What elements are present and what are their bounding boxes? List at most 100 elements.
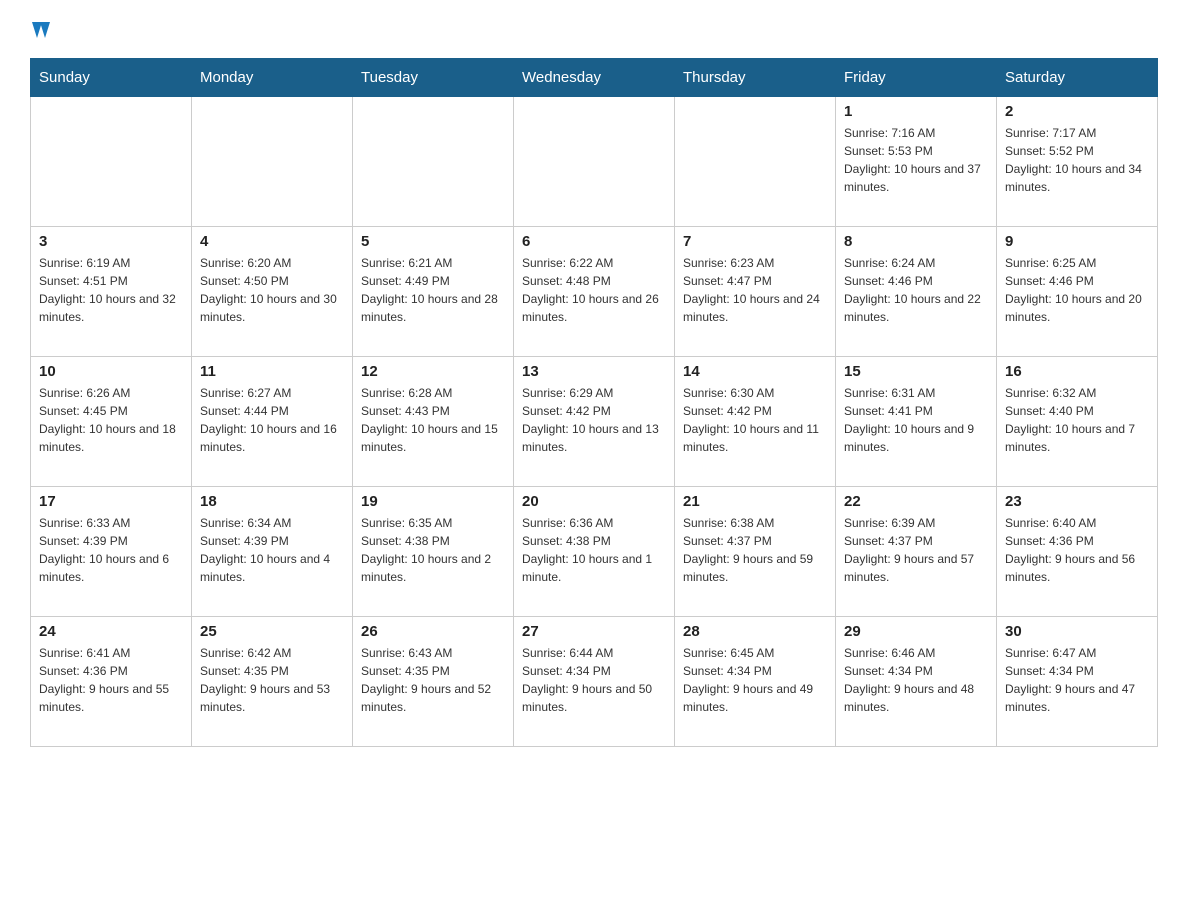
calendar-cell: 24 Sunrise: 6:41 AMSunset: 4:36 PMDayligh… [31, 617, 192, 747]
day-number: 14 [683, 363, 827, 380]
weekday-header-friday: Friday [836, 59, 997, 97]
day-number: 6 [522, 233, 666, 250]
calendar-cell: 7Sunrise: 6:23 AMSunset: 4:47 PMDaylight… [675, 227, 836, 357]
calendar-cell [192, 97, 353, 227]
day-number: 28 [683, 623, 827, 640]
calendar-cell: 1 Sunrise: 7:16 AMSunset: 5:53 PMDaylight… [836, 97, 997, 227]
day-number: 19 [361, 493, 505, 510]
day-info: Sunrise: 6:33 AMSunset: 4:39 PMDaylight:… [39, 514, 183, 586]
calendar-cell [353, 97, 514, 227]
day-info: Sunrise: 6:23 AMSunset: 4:47 PMDaylight:… [683, 254, 827, 326]
logo-arrows-icon [32, 22, 56, 42]
calendar-cell: 17 Sunrise: 6:33 AMSunset: 4:39 PMDayligh… [31, 487, 192, 617]
calendar-cell: 13 Sunrise: 6:29 AMSunset: 4:42 PMDayligh… [514, 357, 675, 487]
day-info: Sunrise: 6:43 AMSunset: 4:35 PMDaylight:… [361, 644, 505, 716]
day-number: 24 [39, 623, 183, 640]
day-info: Sunrise: 6:39 AMSunset: 4:37 PMDaylight:… [844, 514, 988, 586]
day-number: 17 [39, 493, 183, 510]
day-info: Sunrise: 6:27 AMSunset: 4:44 PMDaylight:… [200, 384, 344, 456]
calendar-table: SundayMondayTuesdayWednesdayThursdayFrid… [30, 58, 1158, 747]
day-number: 9 [1005, 233, 1149, 250]
day-info: Sunrise: 6:40 AMSunset: 4:36 PMDaylight:… [1005, 514, 1149, 586]
day-info: Sunrise: 6:24 AMSunset: 4:46 PMDaylight:… [844, 254, 988, 326]
day-info: Sunrise: 6:42 AMSunset: 4:35 PMDaylight:… [200, 644, 344, 716]
day-number: 16 [1005, 363, 1149, 380]
calendar-cell: 23 Sunrise: 6:40 AMSunset: 4:36 PMDayligh… [997, 487, 1158, 617]
weekday-header-saturday: Saturday [997, 59, 1158, 97]
calendar-week-row: 3 Sunrise: 6:19 AMSunset: 4:51 PMDaylight… [31, 227, 1158, 357]
calendar-cell: 14 Sunrise: 6:30 AMSunset: 4:42 PMDayligh… [675, 357, 836, 487]
day-info: Sunrise: 7:17 AMSunset: 5:52 PMDaylight:… [1005, 124, 1149, 196]
calendar-cell: 11 Sunrise: 6:27 AMSunset: 4:44 PMDayligh… [192, 357, 353, 487]
day-info: Sunrise: 6:46 AMSunset: 4:34 PMDaylight:… [844, 644, 988, 716]
calendar-cell: 12Sunrise: 6:28 AMSunset: 4:43 PMDayligh… [353, 357, 514, 487]
calendar-cell: 2 Sunrise: 7:17 AMSunset: 5:52 PMDaylight… [997, 97, 1158, 227]
calendar-cell: 9 Sunrise: 6:25 AMSunset: 4:46 PMDaylight… [997, 227, 1158, 357]
day-number: 13 [522, 363, 666, 380]
calendar-cell: 6 Sunrise: 6:22 AMSunset: 4:48 PMDaylight… [514, 227, 675, 357]
day-info: Sunrise: 6:32 AMSunset: 4:40 PMDaylight:… [1005, 384, 1149, 456]
day-number: 21 [683, 493, 827, 510]
calendar-week-row: 24 Sunrise: 6:41 AMSunset: 4:36 PMDayligh… [31, 617, 1158, 747]
day-number: 25 [200, 623, 344, 640]
day-number: 22 [844, 493, 988, 510]
calendar-cell: 26 Sunrise: 6:43 AMSunset: 4:35 PMDayligh… [353, 617, 514, 747]
calendar-cell: 4 Sunrise: 6:20 AMSunset: 4:50 PMDaylight… [192, 227, 353, 357]
day-info: Sunrise: 6:29 AMSunset: 4:42 PMDaylight:… [522, 384, 666, 456]
day-number: 26 [361, 623, 505, 640]
day-number: 4 [200, 233, 344, 250]
calendar-cell: 22 Sunrise: 6:39 AMSunset: 4:37 PMDayligh… [836, 487, 997, 617]
weekday-header-monday: Monday [192, 59, 353, 97]
calendar-cell: 30 Sunrise: 6:47 AMSunset: 4:34 PMDayligh… [997, 617, 1158, 747]
day-info: Sunrise: 6:38 AMSunset: 4:37 PMDaylight:… [683, 514, 827, 586]
calendar-cell: 8Sunrise: 6:24 AMSunset: 4:46 PMDaylight… [836, 227, 997, 357]
calendar-cell [675, 97, 836, 227]
day-info: Sunrise: 6:41 AMSunset: 4:36 PMDaylight:… [39, 644, 183, 716]
day-info: Sunrise: 6:22 AMSunset: 4:48 PMDaylight:… [522, 254, 666, 326]
calendar-week-row: 1 Sunrise: 7:16 AMSunset: 5:53 PMDaylight… [31, 97, 1158, 227]
day-info: Sunrise: 6:34 AMSunset: 4:39 PMDaylight:… [200, 514, 344, 586]
day-number: 23 [1005, 493, 1149, 510]
day-info: Sunrise: 6:47 AMSunset: 4:34 PMDaylight:… [1005, 644, 1149, 716]
day-number: 3 [39, 233, 183, 250]
day-info: Sunrise: 6:19 AMSunset: 4:51 PMDaylight:… [39, 254, 183, 326]
day-info: Sunrise: 6:44 AMSunset: 4:34 PMDaylight:… [522, 644, 666, 716]
calendar-cell: 29 Sunrise: 6:46 AMSunset: 4:34 PMDayligh… [836, 617, 997, 747]
day-info: Sunrise: 6:31 AMSunset: 4:41 PMDaylight:… [844, 384, 988, 456]
weekday-header-sunday: Sunday [31, 59, 192, 97]
day-number: 2 [1005, 103, 1149, 120]
calendar-cell: 21 Sunrise: 6:38 AMSunset: 4:37 PMDayligh… [675, 487, 836, 617]
weekday-header-wednesday: Wednesday [514, 59, 675, 97]
day-number: 20 [522, 493, 666, 510]
calendar-cell [31, 97, 192, 227]
day-info: Sunrise: 6:35 AMSunset: 4:38 PMDaylight:… [361, 514, 505, 586]
weekday-header-tuesday: Tuesday [353, 59, 514, 97]
day-number: 11 [200, 363, 344, 380]
day-number: 27 [522, 623, 666, 640]
day-info: Sunrise: 6:45 AMSunset: 4:34 PMDaylight:… [683, 644, 827, 716]
day-number: 1 [844, 103, 988, 120]
day-number: 30 [1005, 623, 1149, 640]
day-info: Sunrise: 6:26 AMSunset: 4:45 PMDaylight:… [39, 384, 183, 456]
calendar-week-row: 10 Sunrise: 6:26 AMSunset: 4:45 PMDayligh… [31, 357, 1158, 487]
calendar-cell: 27 Sunrise: 6:44 AMSunset: 4:34 PMDayligh… [514, 617, 675, 747]
day-info: Sunrise: 6:36 AMSunset: 4:38 PMDaylight:… [522, 514, 666, 586]
day-info: Sunrise: 7:16 AMSunset: 5:53 PMDaylight:… [844, 124, 988, 196]
logo [30, 20, 56, 42]
day-number: 15 [844, 363, 988, 380]
calendar-cell: 19 Sunrise: 6:35 AMSunset: 4:38 PMDayligh… [353, 487, 514, 617]
day-number: 29 [844, 623, 988, 640]
day-number: 10 [39, 363, 183, 380]
day-info: Sunrise: 6:25 AMSunset: 4:46 PMDaylight:… [1005, 254, 1149, 326]
calendar-cell: 20 Sunrise: 6:36 AMSunset: 4:38 PMDayligh… [514, 487, 675, 617]
weekday-header-thursday: Thursday [675, 59, 836, 97]
day-info: Sunrise: 6:20 AMSunset: 4:50 PMDaylight:… [200, 254, 344, 326]
calendar-cell: 15 Sunrise: 6:31 AMSunset: 4:41 PMDayligh… [836, 357, 997, 487]
calendar-cell: 5Sunrise: 6:21 AMSunset: 4:49 PMDaylight… [353, 227, 514, 357]
day-info: Sunrise: 6:30 AMSunset: 4:42 PMDaylight:… [683, 384, 827, 456]
calendar-cell [514, 97, 675, 227]
calendar-cell: 28 Sunrise: 6:45 AMSunset: 4:34 PMDayligh… [675, 617, 836, 747]
calendar-cell: 3 Sunrise: 6:19 AMSunset: 4:51 PMDaylight… [31, 227, 192, 357]
calendar-cell: 10 Sunrise: 6:26 AMSunset: 4:45 PMDayligh… [31, 357, 192, 487]
page-header [30, 20, 1158, 42]
